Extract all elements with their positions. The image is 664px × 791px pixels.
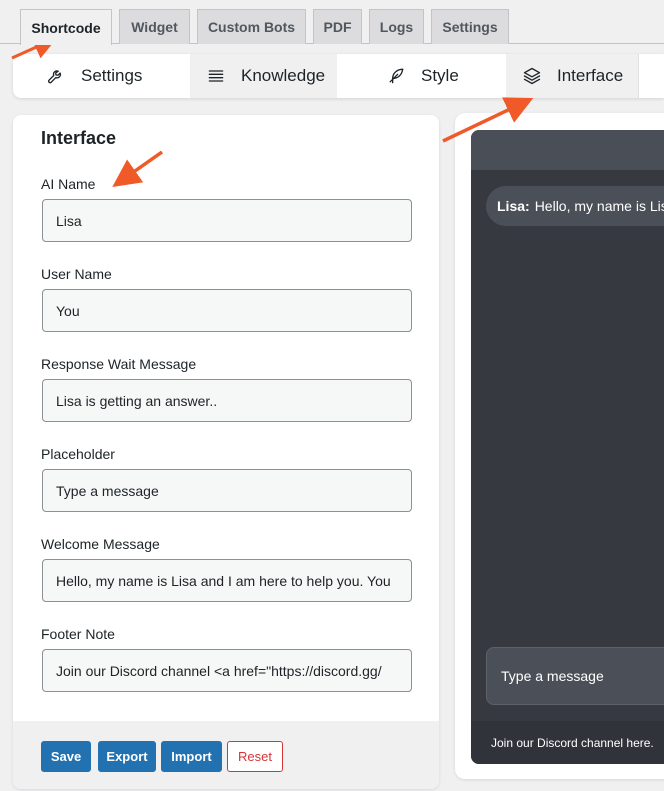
subtab-settings[interactable]: Settings <box>45 54 190 98</box>
tab-logs[interactable]: Logs <box>369 9 424 44</box>
footer-note-input[interactable] <box>42 649 412 692</box>
wrench-icon <box>45 65 67 87</box>
chat-welcome-bubble: Lisa: Hello, my name is Lis <box>486 186 664 226</box>
tab-settings[interactable]: Settings <box>431 9 509 44</box>
subtab-settings-label: Settings <box>81 66 143 85</box>
chat-message-input[interactable]: Type a message <box>486 647 664 705</box>
subtab-knowledge-label: Knowledge <box>241 66 326 85</box>
import-button[interactable]: Import <box>161 741 222 772</box>
subtab-knowledge[interactable]: Knowledge <box>190 54 337 98</box>
subtab-interface-label: Interface <box>557 66 624 85</box>
chat-preview: Lisa: Hello, my name is Lis Type a messa… <box>471 130 664 764</box>
chat-ai-name: Lisa: <box>497 198 530 214</box>
panel-footer: Save Export Import Reset <box>13 721 439 789</box>
interface-panel: Interface AI Name User Name Response Wai… <box>13 115 439 789</box>
export-button[interactable]: Export <box>98 741 156 772</box>
placeholder-label: Placeholder <box>41 446 115 462</box>
save-button[interactable]: Save <box>41 741 91 772</box>
subtab-style[interactable]: Style <box>337 54 506 98</box>
response-wait-message-label: Response Wait Message <box>41 356 197 372</box>
tab-custom-bots[interactable]: Custom Bots <box>197 9 306 44</box>
list-icon <box>205 65 227 87</box>
user-name-label: User Name <box>41 266 112 282</box>
tab-shortcode[interactable]: Shortcode <box>20 9 112 45</box>
placeholder-input[interactable] <box>42 469 412 512</box>
chat-header <box>471 130 664 170</box>
welcome-message-input[interactable] <box>42 559 412 602</box>
chat-welcome-text: Hello, my name is Lis <box>534 198 664 214</box>
feather-icon <box>385 65 407 87</box>
tab-widget[interactable]: Widget <box>119 9 190 44</box>
subtab-style-label: Style <box>421 66 459 85</box>
top-nav-tabs: Shortcode Widget Custom Bots PDF Logs Se… <box>0 0 664 45</box>
panel-title: Interface <box>41 128 117 148</box>
sub-tabs: Settings Knowledge Style Interface <box>13 54 664 98</box>
reset-button[interactable]: Reset <box>227 741 283 772</box>
ai-name-label: AI Name <box>41 176 96 192</box>
ai-name-input[interactable] <box>42 199 412 242</box>
response-wait-message-input[interactable] <box>42 379 412 422</box>
user-name-input[interactable] <box>42 289 412 332</box>
layers-icon <box>521 65 543 87</box>
tab-pdf[interactable]: PDF <box>313 9 362 44</box>
welcome-message-label: Welcome Message <box>41 536 160 552</box>
chat-footer-note[interactable]: Join our Discord channel here. <box>491 736 654 750</box>
subtab-interface[interactable]: Interface <box>506 54 639 98</box>
footer-note-label: Footer Note <box>41 626 115 642</box>
